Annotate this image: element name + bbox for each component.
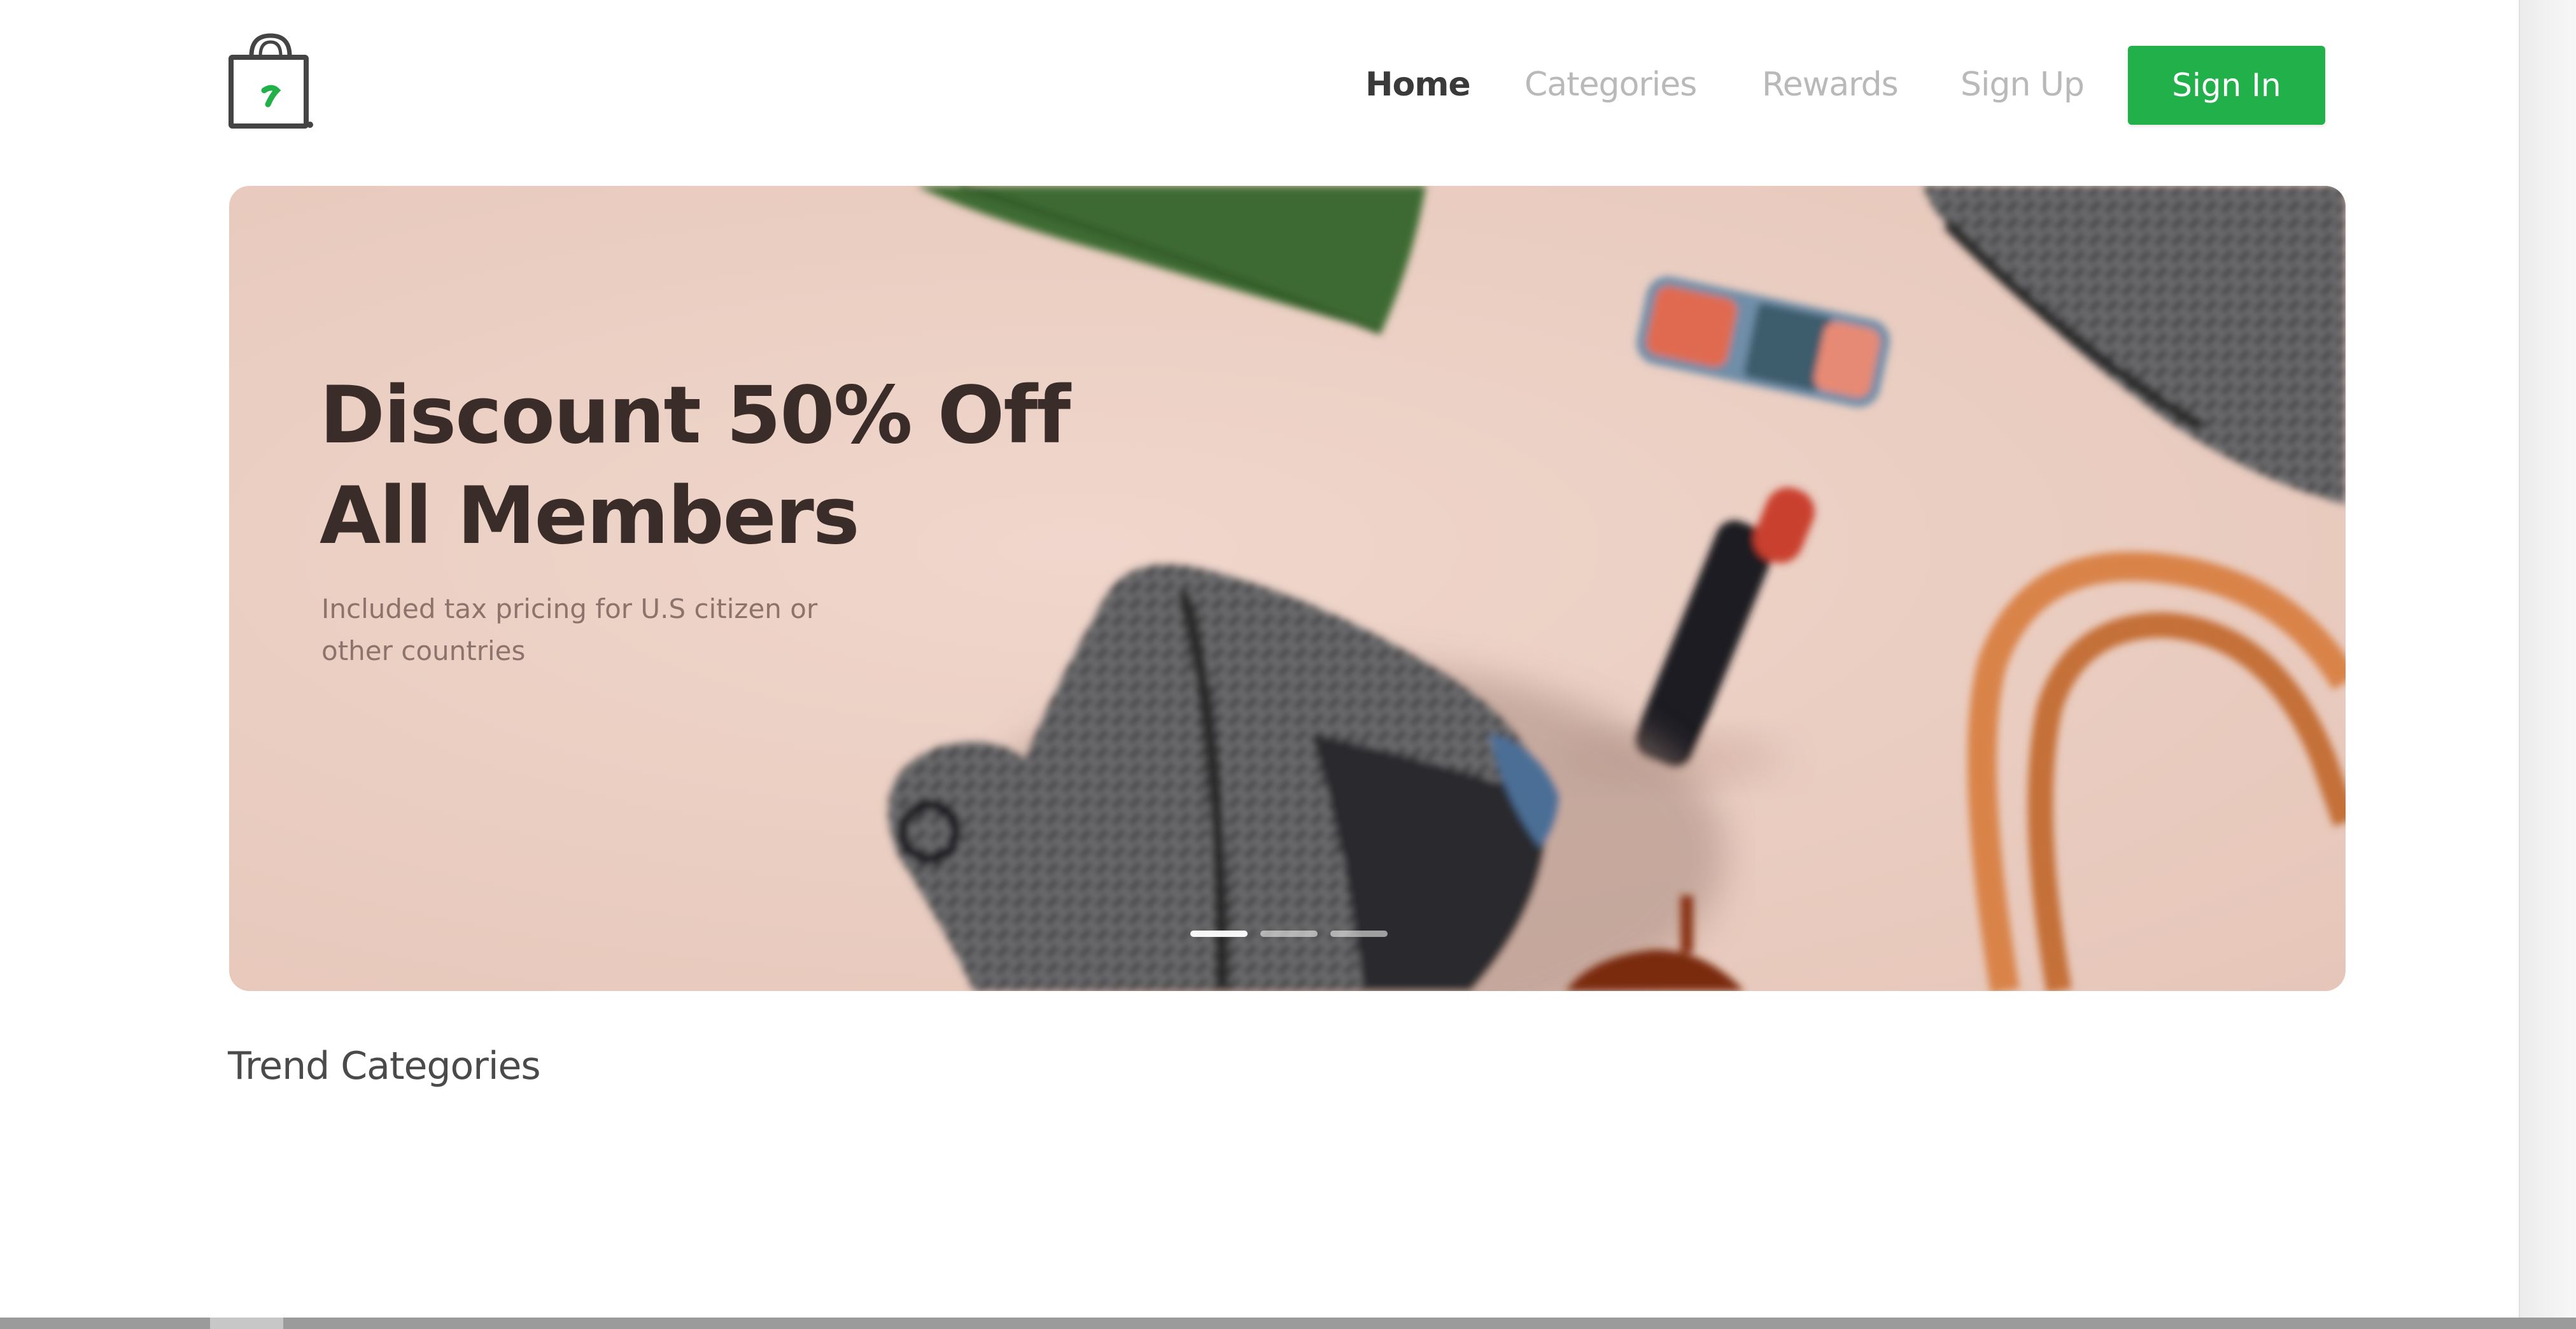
hero-banner[interactable]: Discount 50% Off All Members Included ta… <box>229 186 2346 991</box>
trend-categories-heading: Trend Categories <box>228 1044 541 1088</box>
nav-signup-link[interactable]: Sign Up <box>1960 66 2085 104</box>
main-nav: Home Categories Rewards Sign Up Sign In <box>1356 45 2576 127</box>
horizontal-scrollbar-thumb[interactable] <box>210 1318 283 1329</box>
hero-title: Discount 50% Off All Members <box>320 365 1071 566</box>
hero-title-line-1: Discount 50% Off <box>320 370 1071 461</box>
nav-rewards-link[interactable]: Rewards <box>1762 66 1899 104</box>
horizontal-scrollbar[interactable] <box>0 1318 2576 1329</box>
page: Home Categories Rewards Sign Up Sign In <box>0 0 2576 1329</box>
carousel-dot-1[interactable] <box>1190 931 1248 937</box>
logo[interactable] <box>226 31 315 132</box>
vertical-scrollbar[interactable] <box>2519 0 2576 1318</box>
carousel-dot-3[interactable] <box>1330 931 1388 937</box>
hero-subtitle: Included tax pricing for U.S citizen or … <box>321 593 818 666</box>
hero-title-line-2: All Members <box>320 470 860 562</box>
nav-home-link[interactable]: Home <box>1365 66 1471 104</box>
shopping-bag-icon <box>229 33 313 129</box>
nav-categories-link[interactable]: Categories <box>1524 66 1697 104</box>
sign-in-button[interactable]: Sign In <box>2128 46 2325 125</box>
leaf-decoration <box>917 186 1426 335</box>
carousel-dot-2[interactable] <box>1260 931 1318 937</box>
